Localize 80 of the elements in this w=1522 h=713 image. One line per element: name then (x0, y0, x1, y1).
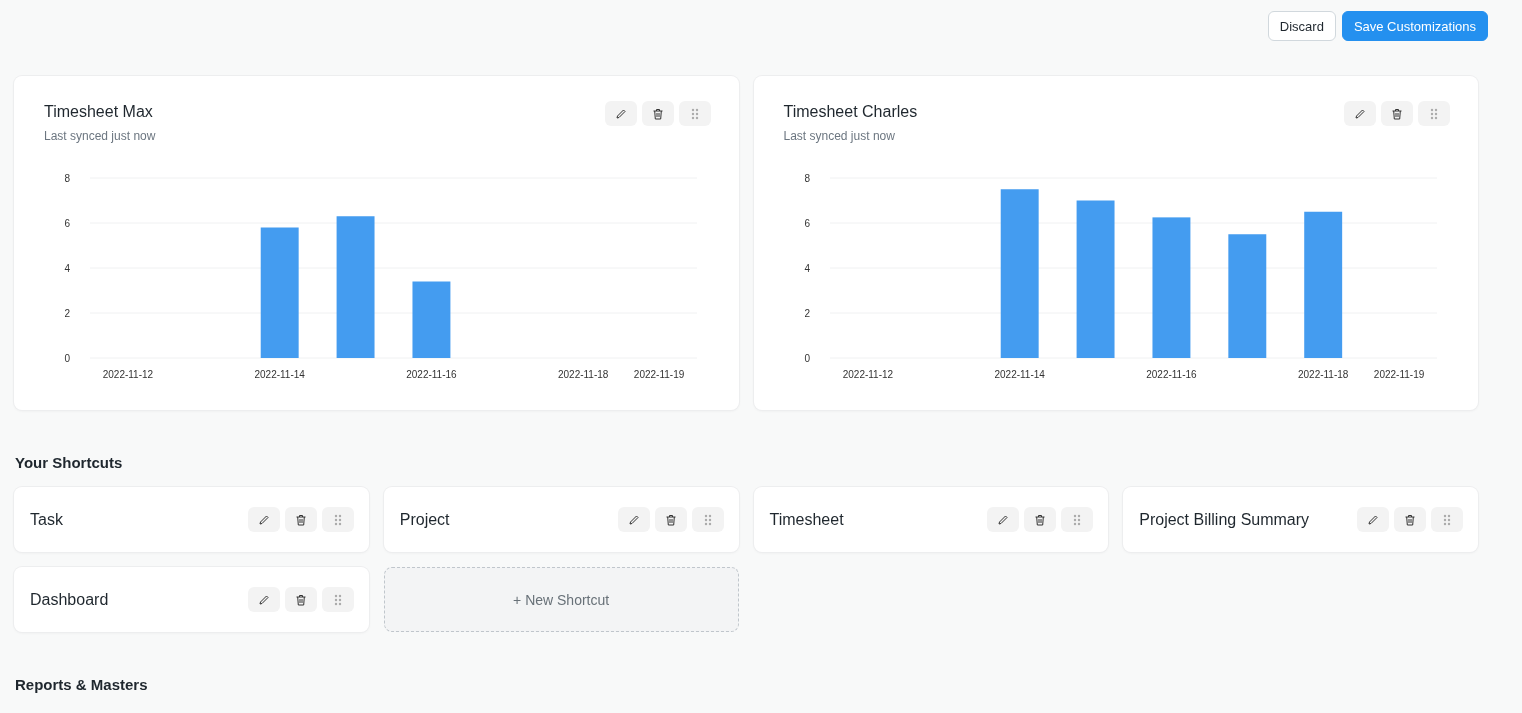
drag-dots-icon (690, 107, 699, 120)
y-tick-label: 0 (803, 352, 810, 364)
delete-button[interactable] (1381, 101, 1413, 126)
sync-status: Last synced just now (44, 129, 156, 143)
new-shortcut-button[interactable]: + New Shortcut (383, 567, 739, 632)
drag-dots-icon (1073, 513, 1082, 526)
shortcut-card[interactable]: Task (14, 487, 369, 552)
pencil-icon (257, 593, 270, 606)
drag-dots-icon (333, 513, 342, 526)
edit-button[interactable] (617, 507, 650, 532)
x-tick-label: 2022-11-18 (558, 369, 609, 380)
chart-title: Timesheet Max (44, 103, 154, 121)
drag-handle[interactable] (691, 507, 724, 532)
pencil-icon (614, 107, 627, 120)
trash-icon (664, 513, 677, 526)
shortcut-label: Timesheet (769, 510, 844, 529)
y-tick-label: 2 (803, 307, 810, 319)
drag-handle[interactable] (1418, 101, 1450, 126)
shortcut-card[interactable]: Project (383, 487, 739, 552)
drag-handle[interactable] (321, 587, 354, 612)
discard-button[interactable]: Discard (1267, 11, 1336, 41)
trash-icon (294, 513, 307, 526)
edit-button[interactable] (604, 101, 637, 126)
x-tick-label: 2022-11-12 (102, 369, 154, 380)
edit-button[interactable] (1344, 101, 1376, 126)
drag-dots-icon (333, 593, 342, 606)
delete-button[interactable] (654, 507, 687, 532)
y-tick-label: 0 (64, 352, 70, 364)
trash-icon (1404, 513, 1416, 526)
section-heading: Your Shortcuts (15, 454, 124, 471)
y-tick-label: 2 (64, 307, 70, 319)
delete-button[interactable] (1024, 507, 1057, 532)
y-tick-label: 6 (803, 217, 810, 229)
x-tick-label: 2022-11-12 (842, 369, 893, 380)
shortcut-label: Dashboard (30, 590, 109, 609)
pencil-icon (627, 513, 640, 526)
y-tick-label: 4 (803, 262, 810, 274)
chart-title: Timesheet Charles (783, 103, 918, 121)
y-tick-label: 6 (64, 217, 70, 229)
y-tick-label: 4 (64, 262, 70, 274)
drag-dots-icon (703, 513, 712, 526)
x-tick-label: 2022-11-14 (254, 369, 305, 380)
drag-handle[interactable] (678, 101, 711, 126)
x-tick-label: 2022-11-19 (1373, 369, 1424, 380)
edit-button[interactable] (1357, 507, 1389, 532)
shortcut-label: Project (399, 510, 450, 529)
shortcut-label: Project Billing Summary (1139, 510, 1310, 529)
edit-button[interactable] (247, 507, 280, 532)
shortcut-label: Task (30, 510, 63, 529)
drag-handle[interactable] (321, 507, 354, 532)
section-heading: Reports & Masters (15, 676, 149, 693)
delete-button[interactable] (641, 101, 674, 126)
drag-handle[interactable] (1431, 507, 1463, 532)
trash-icon (1391, 107, 1403, 120)
drag-dots-icon (1443, 513, 1451, 526)
pencil-icon (1354, 107, 1366, 120)
x-tick-label: 2022-11-18 (1297, 369, 1348, 380)
drag-handle[interactable] (1061, 507, 1094, 532)
edit-button[interactable] (987, 507, 1020, 532)
delete-button[interactable] (284, 507, 317, 532)
y-tick-label: 8 (803, 172, 810, 184)
pencil-icon (257, 513, 270, 526)
edit-button[interactable] (247, 587, 280, 612)
shortcut-card[interactable]: Dashboard (14, 567, 369, 632)
x-tick-label: 2022-11-19 (633, 369, 685, 380)
pencil-icon (997, 513, 1010, 526)
shortcut-card[interactable]: Timesheet (753, 487, 1109, 552)
delete-button[interactable] (284, 587, 317, 612)
x-tick-label: 2022-11-16 (406, 369, 457, 380)
drag-dots-icon (1430, 107, 1438, 120)
x-tick-label: 2022-11-16 (1145, 369, 1197, 380)
delete-button[interactable] (1394, 507, 1426, 532)
y-tick-label: 8 (64, 172, 70, 184)
x-tick-label: 2022-11-14 (994, 369, 1045, 380)
trash-icon (294, 593, 307, 606)
shortcut-card[interactable]: Project Billing Summary (1123, 487, 1478, 552)
sync-status: Last synced just now (783, 129, 896, 143)
pencil-icon (1367, 513, 1379, 526)
trash-icon (651, 107, 664, 120)
trash-icon (1034, 513, 1047, 526)
